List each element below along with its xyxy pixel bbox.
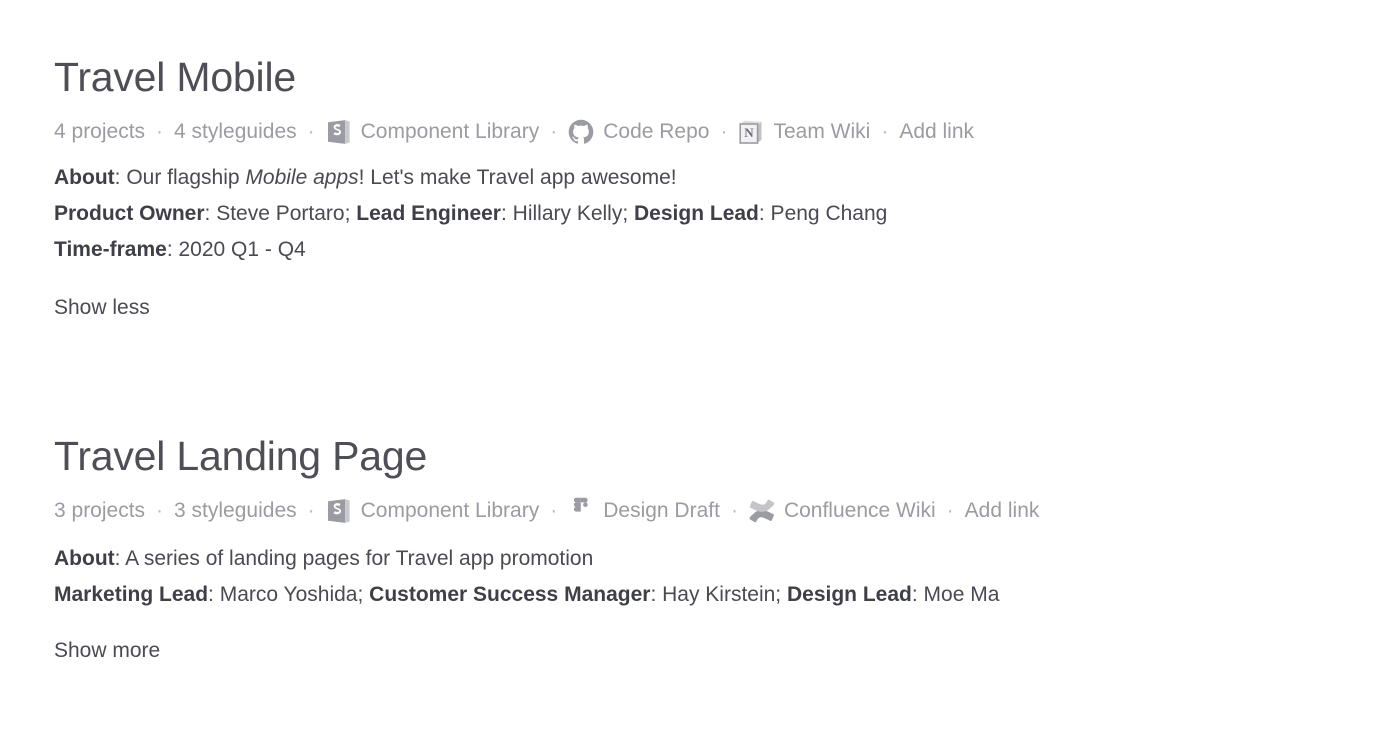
storybook-icon xyxy=(326,498,352,524)
role-label: Customer Success Manager xyxy=(369,583,651,607)
about-line: About: Our flagship Mobile apps! Let's m… xyxy=(54,160,974,196)
projects-count: 4 projects xyxy=(54,120,146,144)
projects-count: 3 projects xyxy=(54,499,146,523)
about-label: About xyxy=(54,166,115,190)
people-line: Marketing Lead: Marco Yoshida; Customer … xyxy=(54,577,1039,613)
meta-separator: · xyxy=(156,120,164,144)
about-text-before: : A series of landing pages for Travel a… xyxy=(114,547,594,571)
meta-separator: · xyxy=(730,499,738,523)
link-team-wiki[interactable]: N Team Wiki xyxy=(738,118,870,146)
project-meta-row: 3 projects · 3 styleguides · Component L… xyxy=(54,497,1039,525)
svg-text:N: N xyxy=(745,125,755,140)
about-line: About: A series of landing pages for Tra… xyxy=(54,541,1039,577)
people-line: Product Owner: Steve Portaro; Lead Engin… xyxy=(54,196,974,232)
timeframe-line: Time-frame: 2020 Q1 - Q4 xyxy=(54,232,974,268)
role-label: Design Lead xyxy=(634,202,759,226)
meta-separator: · xyxy=(156,499,164,523)
link-label: Code Repo xyxy=(603,120,710,144)
about-text-before: : Our flagship xyxy=(114,166,246,190)
role-value: : Hay Kirstein; xyxy=(650,583,787,607)
project-meta-row: 4 projects · 4 styleguides · Component L… xyxy=(54,118,974,146)
notion-icon: N xyxy=(738,119,764,145)
role-label: Product Owner xyxy=(54,202,205,226)
about-text-after: ! Let's make Travel app awesome! xyxy=(358,166,677,190)
meta-separator: · xyxy=(307,499,315,523)
role-value: : Hillary Kelly; xyxy=(500,202,635,226)
project-description: About: A series of landing pages for Tra… xyxy=(54,541,1039,613)
add-link-button[interactable]: Add link xyxy=(965,497,1040,525)
add-link-button[interactable]: Add link xyxy=(899,118,974,146)
link-label: Team Wiki xyxy=(773,120,871,144)
about-emphasis: Mobile apps xyxy=(245,166,359,190)
styleguides-count: 3 styleguides xyxy=(174,499,297,523)
show-less-toggle[interactable]: Show less xyxy=(54,294,150,322)
role-label: Lead Engineer xyxy=(356,202,501,226)
confluence-icon xyxy=(749,498,775,524)
figma-icon xyxy=(568,497,594,524)
meta-separator: · xyxy=(946,499,954,523)
page-title: Travel Mobile xyxy=(54,54,296,100)
link-component-library[interactable]: Component Library xyxy=(326,118,540,146)
link-label: Component Library xyxy=(360,499,540,523)
project-card: Travel Landing Page 3 projects · 3 style… xyxy=(54,433,1039,665)
role-value: : Marco Yoshida; xyxy=(208,583,370,607)
meta-separator: · xyxy=(720,120,728,144)
role-label: Marketing Lead xyxy=(54,583,209,607)
link-component-library[interactable]: Component Library xyxy=(326,497,540,525)
link-label: Component Library xyxy=(360,120,540,144)
github-icon xyxy=(568,119,594,145)
styleguides-count: 4 styleguides xyxy=(174,120,297,144)
about-label: About xyxy=(54,547,115,571)
link-design-draft[interactable]: Design Draft xyxy=(568,497,720,525)
role-value: : Peng Chang xyxy=(758,202,888,226)
timeframe-value: : 2020 Q1 - Q4 xyxy=(166,238,306,262)
meta-separator: · xyxy=(307,120,315,144)
meta-separator: · xyxy=(550,499,558,523)
link-label: Design Draft xyxy=(603,499,720,523)
project-list-page: Travel Mobile 4 projects · 4 styleguides… xyxy=(0,0,1400,749)
meta-separator: · xyxy=(881,120,889,144)
role-value: : Steve Portaro; xyxy=(204,202,357,226)
link-label: Confluence Wiki xyxy=(783,499,936,523)
meta-separator: · xyxy=(550,120,558,144)
project-description: About: Our flagship Mobile apps! Let's m… xyxy=(54,160,974,268)
timeframe-label: Time-frame xyxy=(54,238,167,262)
link-code-repo[interactable]: Code Repo xyxy=(568,118,709,146)
link-confluence-wiki[interactable]: Confluence Wiki xyxy=(749,497,936,525)
storybook-icon xyxy=(326,119,352,145)
page-title: Travel Landing Page xyxy=(54,433,428,479)
show-more-toggle[interactable]: Show more xyxy=(54,637,160,665)
project-card: Travel Mobile 4 projects · 4 styleguides… xyxy=(54,54,974,322)
role-label: Design Lead xyxy=(786,583,912,607)
role-value: : Moe Ma xyxy=(911,583,1000,607)
